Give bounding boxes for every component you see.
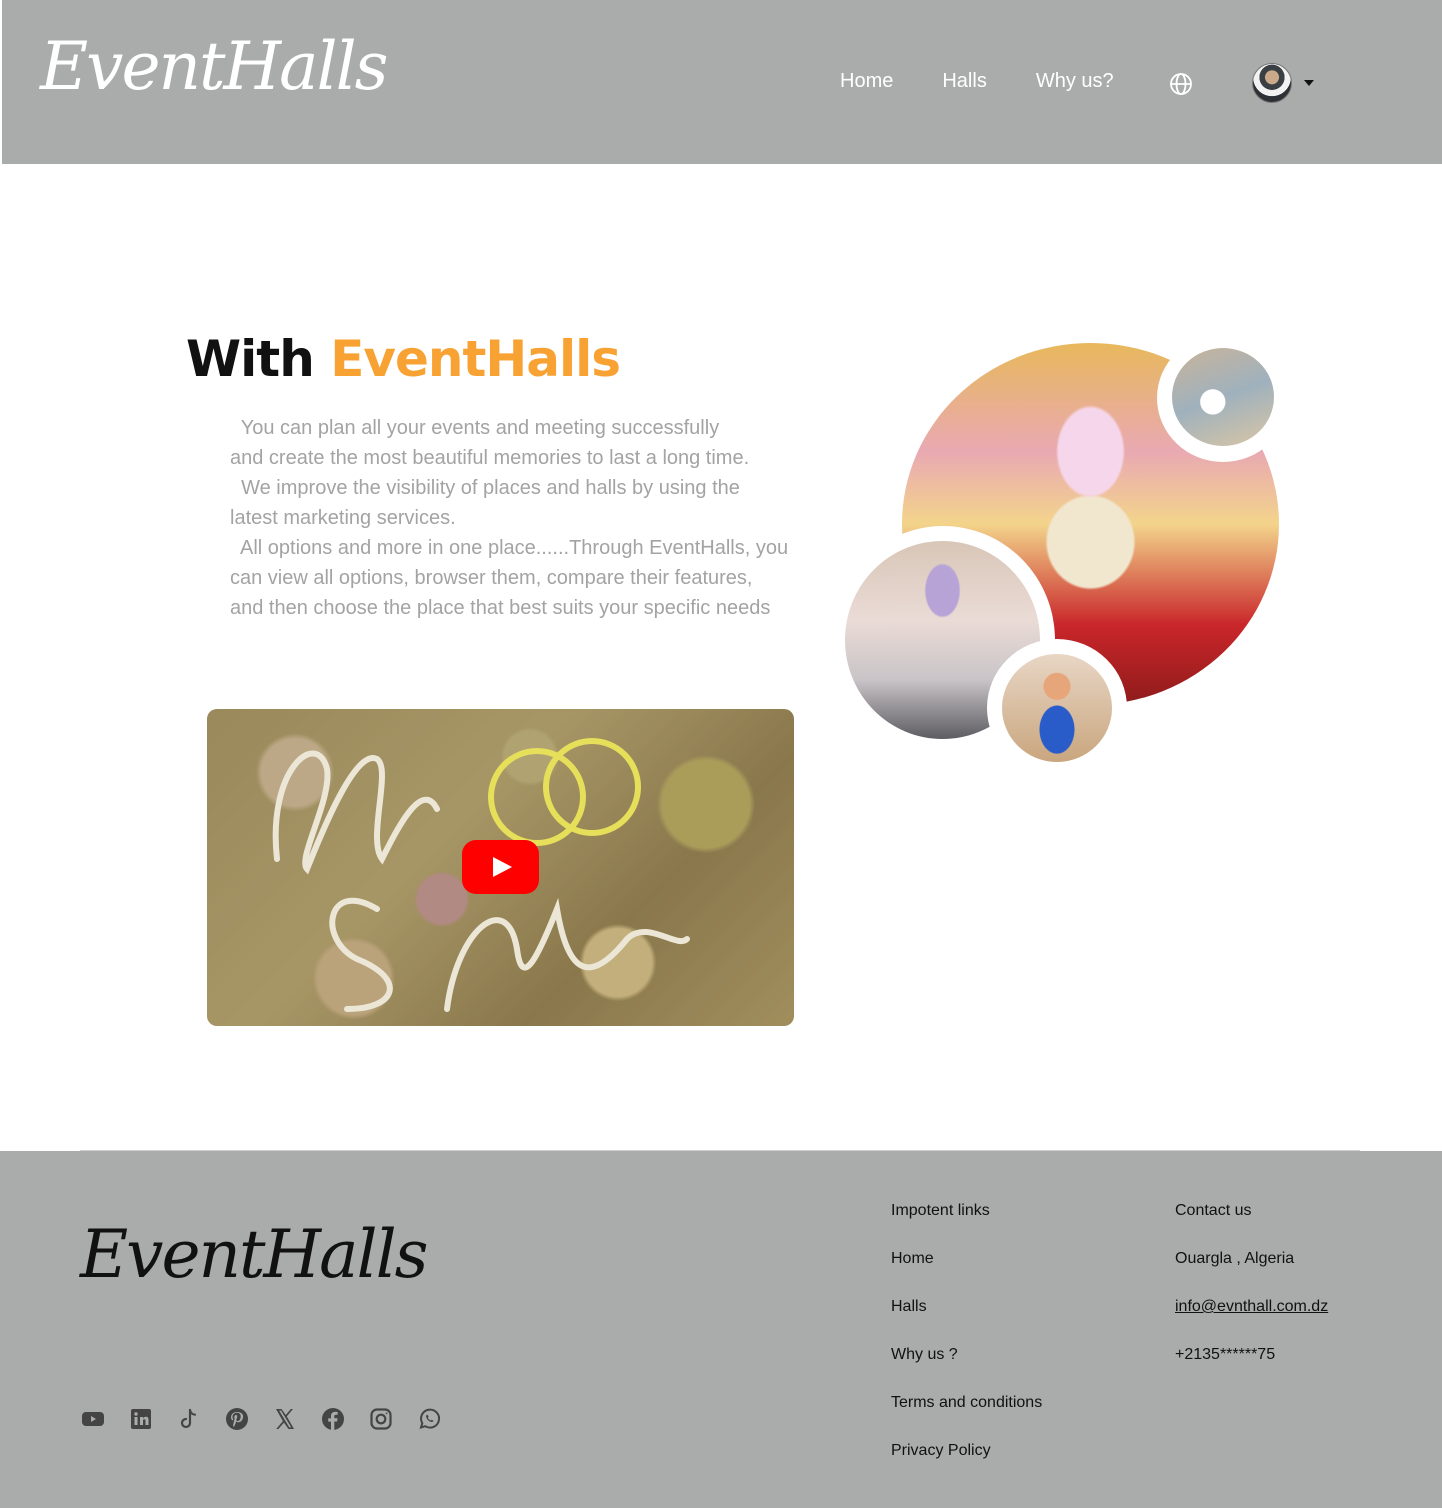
hero-line: latest marketing services. [230,507,456,529]
hero-line: can view all options, browser them, comp… [230,567,753,589]
footer-link-privacy[interactable]: Privacy Policy [891,1440,1042,1488]
nav-why-us[interactable]: Why us? [1036,70,1114,93]
hero-line: and create the most beautiful memories t… [230,447,750,469]
hero-line: All options and more in one place......T… [230,537,789,559]
footer-contact-title: Contact us [1175,1202,1252,1219]
footer-link-terms[interactable]: Terms and conditions [891,1392,1042,1440]
hero-title-brand: EventHalls [330,330,621,388]
footer-links-title: Impotent links [891,1202,990,1219]
hero-description: You can plan all your events and meeting… [230,413,830,623]
footer-logo[interactable]: EventHalls [80,1216,429,1293]
caret-down-icon[interactable] [1304,80,1314,86]
whatsapp-icon[interactable] [416,1406,442,1432]
tiktok-icon[interactable] [176,1406,202,1432]
hero-line: We improve the visibility of places and … [230,477,740,499]
globe-icon[interactable] [1169,72,1193,96]
footer-link-home[interactable]: Home [891,1248,1042,1296]
nav-halls[interactable]: Halls [942,70,986,93]
avatar[interactable] [1252,63,1292,103]
social-links [80,1406,464,1432]
hall-photo-clown [1002,654,1112,762]
contact-location: Ouargla , Algeria [1175,1250,1295,1267]
promo-video[interactable] [207,709,794,1026]
x-icon[interactable] [272,1406,298,1432]
youtube-play-icon[interactable] [462,840,539,894]
contact-email[interactable]: info@evnthall.com.dz [1175,1296,1328,1344]
footer-link-why-us[interactable]: Why us ? [891,1344,1042,1392]
site-logo[interactable]: EventHalls [40,28,389,105]
hero-title: With EventHalls [186,330,621,388]
hero-line: You can plan all your events and meeting… [230,417,720,439]
instagram-icon[interactable] [368,1406,394,1432]
footer-link-halls[interactable]: Halls [891,1296,1042,1344]
hero-title-prefix: With [186,330,315,388]
youtube-icon[interactable] [80,1406,106,1432]
main-nav: Home Halls Why us? [840,70,1163,93]
nav-home[interactable]: Home [840,70,893,93]
hall-photo-tableware [1172,348,1274,446]
footer-links: Impotent links Home Halls Why us ? Terms… [891,1200,1042,1488]
facebook-icon[interactable] [320,1406,346,1432]
linkedin-icon[interactable] [128,1406,154,1432]
footer-contact: Contact us Ouargla , Algeria info@evntha… [1175,1200,1328,1392]
header: EventHalls Home Halls Why us? [2,0,1442,164]
contact-phone: +2135******75 [1175,1346,1276,1363]
hero-line: and then choose the place that best suit… [230,597,771,619]
pinterest-icon[interactable] [224,1406,250,1432]
